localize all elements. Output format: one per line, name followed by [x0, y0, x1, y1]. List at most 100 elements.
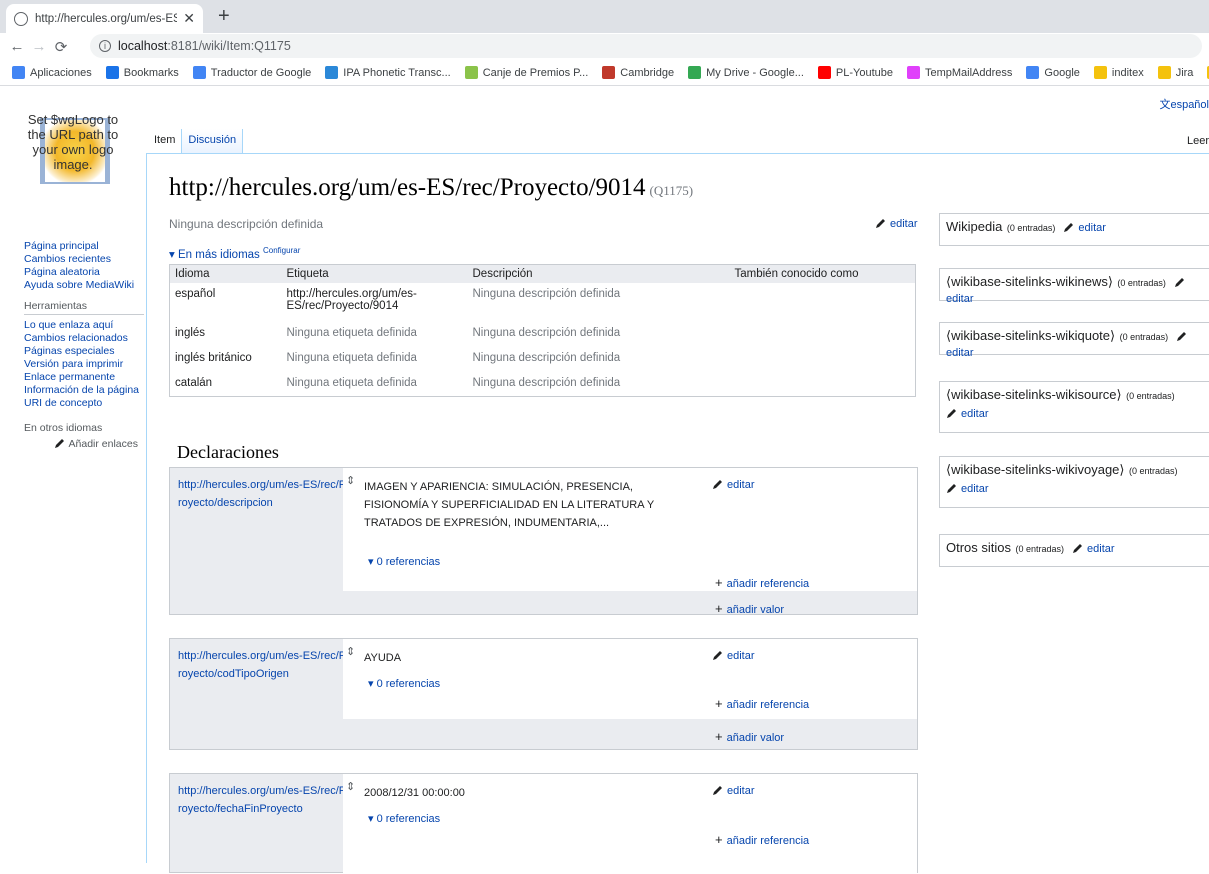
site-logo[interactable]: Set $wgLogo to the URL path to your own …: [18, 112, 128, 187]
add-links-button[interactable]: Añadir enlaces: [24, 437, 138, 450]
info-icon[interactable]: i: [99, 40, 111, 52]
plus-icon: +: [715, 729, 723, 744]
bookmark-icon: [464, 66, 478, 79]
edit-label: editar: [946, 293, 974, 305]
bookmark-item[interactable]: inditex: [1093, 66, 1144, 79]
sidebar-tool-link[interactable]: Lo que enlaza aquí: [24, 319, 144, 331]
add-value-button[interactable]: + añadir valor: [715, 601, 784, 616]
edit-sitelinks-button[interactable]: editar: [1063, 222, 1106, 234]
sidebar-nav-link[interactable]: Ayuda sobre MediaWiki: [24, 279, 144, 291]
references-toggle[interactable]: ▾ 0 referencias: [368, 677, 440, 690]
table-cell: Ninguna etiqueta definida: [286, 326, 417, 339]
sidebar-heading-other-languages: En otros idiomas: [24, 422, 103, 434]
rank-selector-icon[interactable]: ⇕: [346, 474, 355, 487]
back-arrow-icon[interactable]: ←: [6, 38, 28, 55]
sidebar-tool-link[interactable]: URI de concepto: [24, 397, 144, 409]
bookmark-label: Aplicaciones: [30, 66, 92, 79]
reload-icon[interactable]: ⟳: [50, 38, 72, 56]
pencil-icon: [1174, 278, 1184, 287]
more-languages-toggle[interactable]: ▾ En más idiomas Configurar: [169, 246, 300, 261]
edit-statement-button[interactable]: editar: [712, 478, 755, 491]
sitelinks-count: (0 entradas): [1004, 223, 1056, 233]
new-tab-button[interactable]: +: [218, 5, 230, 28]
edit-sitelinks-button[interactable]: editar: [946, 482, 1209, 495]
property-link[interactable]: http://hercules.org/um/es-ES/rec/Proyect…: [178, 647, 348, 683]
language-label: español: [1170, 99, 1209, 111]
bookmark-item[interactable]: Bookmarks: [105, 66, 179, 79]
content-tabs: Item Discusión: [148, 129, 244, 153]
property-link[interactable]: http://hercules.org/um/es-ES/rec/Proyect…: [178, 476, 348, 512]
bookmark-item[interactable]: TempMailAddress: [906, 66, 1013, 79]
language-switch-link[interactable]: 文español: [1159, 96, 1209, 112]
references-toggle[interactable]: ▾ 0 referencias: [368, 555, 440, 568]
address-bar[interactable]: i localhost:8181/wiki/Item:Q1175: [90, 34, 1202, 58]
add-links-label: Añadir enlaces: [68, 438, 138, 450]
bookmark-icon: [602, 66, 616, 79]
edit-statement-button[interactable]: editar: [712, 784, 755, 797]
sitelinks-heading: Wikipedia: [946, 219, 1003, 234]
table-cell: [730, 372, 916, 397]
statement-value: 2008/12/31 00:00:00: [364, 787, 465, 799]
add-value-button[interactable]: + añadir valor: [715, 729, 784, 744]
forward-arrow-icon[interactable]: →: [28, 38, 50, 55]
bookmark-item[interactable]: Canje de Premios P...: [464, 66, 588, 79]
edit-description-button[interactable]: editar: [875, 217, 918, 230]
references-toggle[interactable]: ▾ 0 referencias: [368, 812, 440, 825]
bookmark-item[interactable]: Aplicaciones: [12, 66, 92, 79]
table-cell: Ninguna descripción definida: [472, 351, 621, 364]
bookmark-label: Google: [1044, 66, 1080, 79]
bookmark-icon: [817, 66, 831, 79]
tab-read[interactable]: Leer: [1187, 135, 1209, 147]
plus-icon: +: [715, 575, 723, 590]
bookmark-icon: [325, 66, 339, 79]
bookmark-item[interactable]: IPA Phonetic Transc...: [325, 66, 451, 79]
bookmarks-bar: Aplicaciones Bookmarks Traductor de Google…: [0, 60, 1209, 86]
add-reference-button[interactable]: + añadir referencia: [715, 696, 809, 711]
add-reference-button[interactable]: + añadir referencia: [715, 832, 809, 847]
add-value-label: añadir valor: [726, 732, 785, 744]
sidebar-tool-link[interactable]: Cambios relacionados: [24, 332, 144, 344]
close-icon[interactable]: ✕: [183, 10, 195, 27]
bookmark-label: TempMailAddress: [924, 66, 1013, 79]
edit-label: editar: [961, 483, 989, 495]
sidebar: Página principal Cambios recientes Página …: [24, 240, 144, 450]
table-row: catalán Ninguna etiqueta definida Ninguna …: [170, 372, 916, 397]
table-cell: Ninguna etiqueta definida: [286, 351, 417, 364]
rank-selector-icon[interactable]: ⇕: [346, 645, 355, 658]
bookmark-item[interactable]: Traductor de Google: [192, 66, 311, 79]
bookmark-item[interactable]: Google: [1026, 66, 1080, 79]
pencil-icon: [1064, 223, 1074, 232]
add-reference-label: añadir referencia: [726, 699, 810, 711]
bookmark-item[interactable]: Jira: [1157, 66, 1194, 79]
sidebar-tool-link[interactable]: Versión para imprimir: [24, 358, 144, 370]
add-reference-button[interactable]: + añadir referencia: [715, 575, 809, 590]
configure-link[interactable]: Configurar: [263, 246, 300, 255]
property-link[interactable]: http://hercules.org/um/es-ES/rec/Proyect…: [178, 782, 348, 818]
bookmark-label: IPA Phonetic Transc...: [343, 66, 451, 79]
bookmark-icon: [1093, 66, 1107, 79]
sitelinks-count: (0 entradas): [1126, 466, 1178, 476]
bookmark-item[interactable]: Cambridge: [602, 66, 674, 79]
edit-label: editar: [890, 218, 918, 230]
sidebar-tool-link[interactable]: Páginas especiales: [24, 345, 144, 357]
bookmark-icon: [906, 66, 920, 79]
bookmark-label: Jira: [1175, 66, 1194, 79]
sidebar-nav-link[interactable]: Página principal: [24, 240, 144, 252]
statement-group: http://hercules.org/um/es-ES/rec/Proyect…: [169, 638, 918, 750]
bookmark-icon: [1026, 66, 1040, 79]
browser-tab[interactable]: http://hercules.org/um/es-ES/rec ✕: [6, 4, 203, 33]
rank-selector-icon[interactable]: ⇕: [346, 780, 355, 793]
edit-sitelinks-button[interactable]: editar: [946, 407, 1209, 420]
bookmark-label: Cambridge: [620, 66, 675, 79]
sidebar-nav-link[interactable]: Página aleatoria: [24, 266, 144, 278]
tab-discussion[interactable]: Discusión: [181, 129, 244, 153]
edit-sitelinks-button[interactable]: editar: [1072, 543, 1115, 555]
bookmark-item[interactable]: PL-Youtube: [817, 66, 893, 79]
tab-item[interactable]: Item: [148, 129, 182, 151]
sidebar-tool-link[interactable]: Enlace permanente: [24, 371, 144, 383]
bookmark-item[interactable]: My Drive - Google...: [688, 66, 804, 79]
sidebar-nav-link[interactable]: Cambios recientes: [24, 253, 144, 265]
sidebar-tool-link[interactable]: Información de la página: [24, 384, 144, 396]
edit-statement-button[interactable]: editar: [712, 649, 755, 662]
column-header: También conocido como: [729, 264, 916, 283]
